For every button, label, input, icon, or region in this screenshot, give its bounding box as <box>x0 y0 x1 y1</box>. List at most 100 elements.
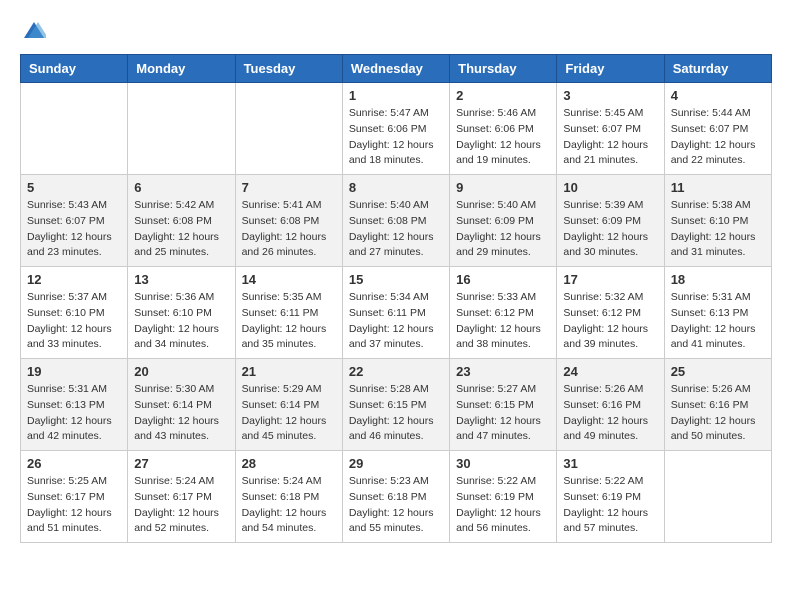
calendar-cell <box>21 83 128 175</box>
calendar-cell: 11 Sunrise: 5:38 AM Sunset: 6:10 PM Dayli… <box>664 175 771 267</box>
day-number: 20 <box>134 364 228 379</box>
day-number: 26 <box>27 456 121 471</box>
calendar-cell: 7 Sunrise: 5:41 AM Sunset: 6:08 PM Daylig… <box>235 175 342 267</box>
day-number: 22 <box>349 364 443 379</box>
day-info: Sunrise: 5:27 AM Sunset: 6:15 PM Dayligh… <box>456 382 550 445</box>
day-number: 10 <box>563 180 657 195</box>
calendar-cell: 30 Sunrise: 5:22 AM Sunset: 6:19 PM Dayli… <box>450 451 557 543</box>
calendar-cell: 12 Sunrise: 5:37 AM Sunset: 6:10 PM Dayli… <box>21 267 128 359</box>
calendar-cell: 31Sunrise: 5:22 AM Sunset: 6:19 PM Dayli… <box>557 451 664 543</box>
calendar-cell: 17 Sunrise: 5:32 AM Sunset: 6:12 PM Dayli… <box>557 267 664 359</box>
calendar-cell: 26 Sunrise: 5:25 AM Sunset: 6:17 PM Dayli… <box>21 451 128 543</box>
day-info: Sunrise: 5:42 AM Sunset: 6:08 PM Dayligh… <box>134 198 228 261</box>
day-header-wednesday: Wednesday <box>342 55 449 83</box>
calendar-cell: 15 Sunrise: 5:34 AM Sunset: 6:11 PM Dayli… <box>342 267 449 359</box>
calendar-cell <box>128 83 235 175</box>
week-row-2: 5Sunrise: 5:43 AM Sunset: 6:07 PM Daylig… <box>21 175 772 267</box>
day-info: Sunrise: 5:32 AM Sunset: 6:12 PM Dayligh… <box>563 290 657 353</box>
day-header-saturday: Saturday <box>664 55 771 83</box>
day-info: Sunrise: 5:40 AM Sunset: 6:09 PM Dayligh… <box>456 198 550 261</box>
calendar-cell: 6 Sunrise: 5:42 AM Sunset: 6:08 PM Daylig… <box>128 175 235 267</box>
day-info: Sunrise: 5:31 AM Sunset: 6:13 PM Dayligh… <box>671 290 765 353</box>
day-info: Sunrise: 5:40 AM Sunset: 6:08 PM Dayligh… <box>349 198 443 261</box>
day-info: Sunrise: 5:46 AM Sunset: 6:06 PM Dayligh… <box>456 106 550 169</box>
day-info: Sunrise: 5:24 AM Sunset: 6:17 PM Dayligh… <box>134 474 228 537</box>
day-info: Sunrise: 5:26 AM Sunset: 6:16 PM Dayligh… <box>671 382 765 445</box>
day-number: 11 <box>671 180 765 195</box>
day-header-thursday: Thursday <box>450 55 557 83</box>
day-number: 29 <box>349 456 443 471</box>
day-info: Sunrise: 5:43 AM Sunset: 6:07 PM Dayligh… <box>27 198 121 261</box>
calendar-cell: 24 Sunrise: 5:26 AM Sunset: 6:16 PM Dayli… <box>557 359 664 451</box>
day-info: Sunrise: 5:22 AM Sunset: 6:19 PM Dayligh… <box>456 474 550 537</box>
day-info: Sunrise: 5:23 AM Sunset: 6:18 PM Dayligh… <box>349 474 443 537</box>
day-header-monday: Monday <box>128 55 235 83</box>
day-number: 3 <box>563 88 657 103</box>
day-info: Sunrise: 5:28 AM Sunset: 6:15 PM Dayligh… <box>349 382 443 445</box>
day-number: 31 <box>563 456 657 471</box>
calendar-cell: 16 Sunrise: 5:33 AM Sunset: 6:12 PM Dayli… <box>450 267 557 359</box>
day-number: 21 <box>242 364 336 379</box>
day-number: 25 <box>671 364 765 379</box>
day-number: 28 <box>242 456 336 471</box>
calendar-cell: 14Sunrise: 5:35 AM Sunset: 6:11 PM Dayli… <box>235 267 342 359</box>
day-header-friday: Friday <box>557 55 664 83</box>
day-number: 18 <box>671 272 765 287</box>
day-number: 6 <box>134 180 228 195</box>
day-number: 13 <box>134 272 228 287</box>
day-header-sunday: Sunday <box>21 55 128 83</box>
calendar-cell: 29 Sunrise: 5:23 AM Sunset: 6:18 PM Dayli… <box>342 451 449 543</box>
logo <box>20 20 46 44</box>
calendar-cell <box>235 83 342 175</box>
day-number: 15 <box>349 272 443 287</box>
week-row-5: 26 Sunrise: 5:25 AM Sunset: 6:17 PM Dayli… <box>21 451 772 543</box>
calendar-cell: 9 Sunrise: 5:40 AM Sunset: 6:09 PM Daylig… <box>450 175 557 267</box>
page-header <box>20 20 772 44</box>
calendar-cell: 18 Sunrise: 5:31 AM Sunset: 6:13 PM Dayli… <box>664 267 771 359</box>
day-info: Sunrise: 5:30 AM Sunset: 6:14 PM Dayligh… <box>134 382 228 445</box>
day-info: Sunrise: 5:37 AM Sunset: 6:10 PM Dayligh… <box>27 290 121 353</box>
day-info: Sunrise: 5:36 AM Sunset: 6:10 PM Dayligh… <box>134 290 228 353</box>
calendar-cell: 13 Sunrise: 5:36 AM Sunset: 6:10 PM Dayli… <box>128 267 235 359</box>
day-info: Sunrise: 5:25 AM Sunset: 6:17 PM Dayligh… <box>27 474 121 537</box>
day-info: Sunrise: 5:34 AM Sunset: 6:11 PM Dayligh… <box>349 290 443 353</box>
day-info: Sunrise: 5:31 AM Sunset: 6:13 PM Dayligh… <box>27 382 121 445</box>
day-info: Sunrise: 5:26 AM Sunset: 6:16 PM Dayligh… <box>563 382 657 445</box>
day-info: Sunrise: 5:41 AM Sunset: 6:08 PM Dayligh… <box>242 198 336 261</box>
day-number: 4 <box>671 88 765 103</box>
week-row-4: 19 Sunrise: 5:31 AM Sunset: 6:13 PM Dayli… <box>21 359 772 451</box>
day-info: Sunrise: 5:45 AM Sunset: 6:07 PM Dayligh… <box>563 106 657 169</box>
calendar-cell <box>664 451 771 543</box>
calendar-cell: 19 Sunrise: 5:31 AM Sunset: 6:13 PM Dayli… <box>21 359 128 451</box>
calendar-header-row: SundayMondayTuesdayWednesdayThursdayFrid… <box>21 55 772 83</box>
day-header-tuesday: Tuesday <box>235 55 342 83</box>
day-info: Sunrise: 5:38 AM Sunset: 6:10 PM Dayligh… <box>671 198 765 261</box>
day-number: 17 <box>563 272 657 287</box>
day-number: 1 <box>349 88 443 103</box>
day-number: 24 <box>563 364 657 379</box>
logo-icon <box>22 20 46 44</box>
day-info: Sunrise: 5:33 AM Sunset: 6:12 PM Dayligh… <box>456 290 550 353</box>
calendar-cell: 21 Sunrise: 5:29 AM Sunset: 6:14 PM Dayli… <box>235 359 342 451</box>
day-number: 16 <box>456 272 550 287</box>
day-number: 2 <box>456 88 550 103</box>
calendar-cell: 2 Sunrise: 5:46 AM Sunset: 6:06 PM Daylig… <box>450 83 557 175</box>
calendar-cell: 25 Sunrise: 5:26 AM Sunset: 6:16 PM Dayli… <box>664 359 771 451</box>
calendar-cell: 5Sunrise: 5:43 AM Sunset: 6:07 PM Daylig… <box>21 175 128 267</box>
day-number: 19 <box>27 364 121 379</box>
calendar-cell: 8 Sunrise: 5:40 AM Sunset: 6:08 PM Daylig… <box>342 175 449 267</box>
calendar-cell: 4Sunrise: 5:44 AM Sunset: 6:07 PM Daylig… <box>664 83 771 175</box>
day-number: 8 <box>349 180 443 195</box>
calendar-table: SundayMondayTuesdayWednesdayThursdayFrid… <box>20 54 772 543</box>
day-info: Sunrise: 5:29 AM Sunset: 6:14 PM Dayligh… <box>242 382 336 445</box>
day-number: 7 <box>242 180 336 195</box>
day-number: 23 <box>456 364 550 379</box>
day-number: 30 <box>456 456 550 471</box>
day-number: 9 <box>456 180 550 195</box>
calendar-cell: 22 Sunrise: 5:28 AM Sunset: 6:15 PM Dayli… <box>342 359 449 451</box>
day-number: 14 <box>242 272 336 287</box>
calendar-cell: 28 Sunrise: 5:24 AM Sunset: 6:18 PM Dayli… <box>235 451 342 543</box>
day-info: Sunrise: 5:24 AM Sunset: 6:18 PM Dayligh… <box>242 474 336 537</box>
calendar-cell: 23 Sunrise: 5:27 AM Sunset: 6:15 PM Dayli… <box>450 359 557 451</box>
day-number: 12 <box>27 272 121 287</box>
